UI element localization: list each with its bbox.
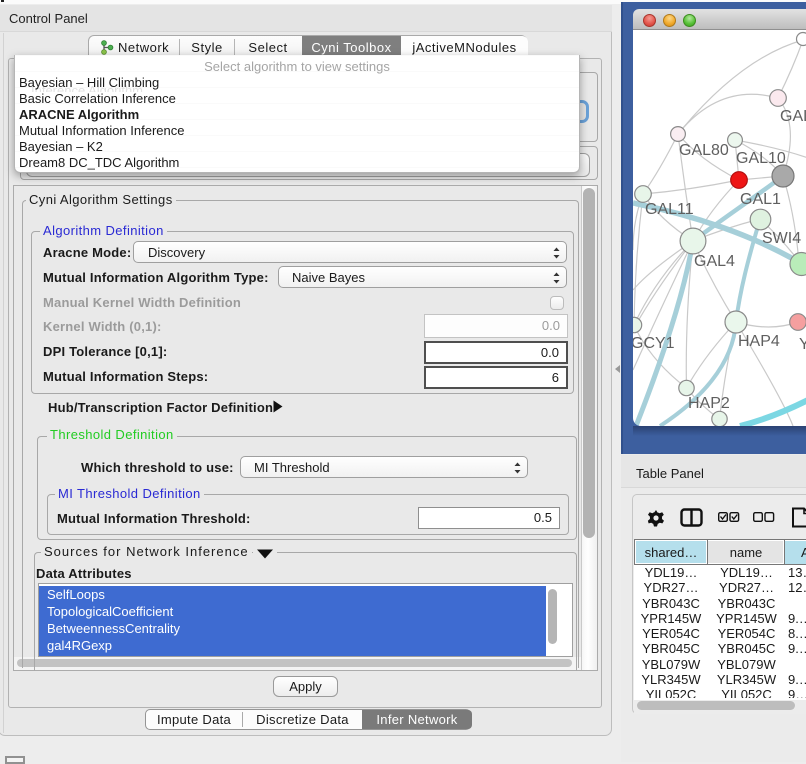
svg-text:HAP2: HAP2 <box>688 395 730 412</box>
svg-text:GCY1: GCY1 <box>633 335 675 352</box>
svg-text:GAL11: GAL11 <box>645 201 694 218</box>
svg-text:GAL80: GAL80 <box>679 142 729 159</box>
svg-text:GAL10: GAL10 <box>736 150 786 167</box>
svg-text:GAL4: GAL4 <box>694 253 735 270</box>
svg-text:GAL1: GAL1 <box>740 191 781 208</box>
svg-text:HAP4: HAP4 <box>738 333 780 350</box>
svg-text:GAL: GAL <box>780 108 806 125</box>
svg-text:SWI4: SWI4 <box>762 230 801 247</box>
svg-text:Y: Y <box>799 336 806 353</box>
